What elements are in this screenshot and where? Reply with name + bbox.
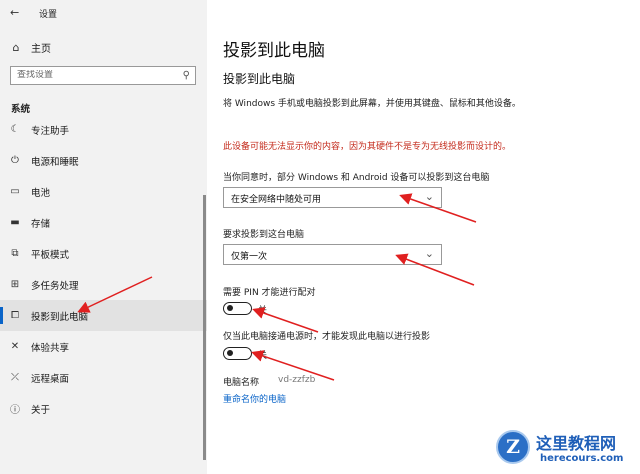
availability-label: 当你同意时，部分 Windows 和 Android 设备可以投影到这台电脑	[223, 173, 490, 183]
sidebar-item-label: 体验共享	[31, 342, 70, 354]
pin-toggle[interactable]	[223, 302, 252, 315]
remote-desktop-icon: ⤫	[11, 372, 19, 383]
sidebar-item-tablet-mode[interactable]: ⧉ 平板模式	[0, 238, 207, 269]
search-icon[interactable]: ⚲	[183, 70, 190, 81]
availability-value: 在安全网络中随处可用	[231, 195, 322, 205]
sidebar-item-storage[interactable]: ▬ 存储	[0, 207, 207, 238]
watermark-logo-letter: Z	[506, 436, 520, 458]
title-bar: ← 设置	[0, 0, 207, 24]
watermark-logo-icon: Z	[496, 430, 530, 464]
search-input[interactable]	[17, 70, 167, 80]
settings-sidebar: ← 设置 ⌂ 主页 ⚲ 系统 ☾ 专注助手 ⏻ 电源和睡眠 ▭ 电池 ▬ 存储 …	[0, 0, 207, 474]
sidebar-item-shared-experiences[interactable]: ✕ 体验共享	[0, 331, 207, 362]
sidebar-item-label: 多任务处理	[31, 280, 79, 292]
ask-dropdown[interactable]: 仅第一次 ⌄	[223, 244, 442, 265]
home-link[interactable]: ⌂ 主页	[9, 38, 52, 56]
chevron-down-icon: ⌄	[424, 190, 434, 203]
site-watermark: Z 这里教程网 herecours.com	[488, 424, 640, 474]
sidebar-scrollbar[interactable]	[203, 195, 206, 460]
sidebar-item-label: 平板模式	[31, 249, 70, 261]
sidebar-item-remote-desktop[interactable]: ⤫ 远程桌面	[0, 362, 207, 393]
home-icon: ⌂	[12, 40, 20, 54]
power-toggle-state: 关	[258, 351, 268, 361]
sidebar-item-multitasking[interactable]: ⊞ 多任务处理	[0, 269, 207, 300]
sidebar-nav: ☾ 专注助手 ⏻ 电源和睡眠 ▭ 电池 ▬ 存储 ⧉ 平板模式 ⊞ 多任务处理 …	[0, 114, 207, 424]
ask-value: 仅第一次	[231, 252, 268, 262]
tablet-mode-icon: ⧉	[11, 248, 19, 259]
sidebar-item-power-sleep[interactable]: ⏻ 电源和睡眠	[0, 145, 207, 176]
sidebar-item-label: 远程桌面	[31, 373, 70, 385]
sidebar-item-label: 专注助手	[31, 125, 70, 137]
watermark-url: herecours.com	[540, 453, 624, 464]
sidebar-item-label: 电池	[31, 187, 51, 199]
shared-experiences-icon: ✕	[10, 341, 20, 352]
home-label: 主页	[31, 43, 51, 55]
window-title: 设置	[39, 10, 58, 20]
watermark-title: 这里教程网	[536, 434, 617, 453]
power-label: 仅当此电脑接通电源时，才能发现此电脑以进行投影	[223, 332, 431, 342]
sidebar-item-label: 关于	[31, 404, 51, 416]
moon-icon: ☾	[10, 124, 20, 135]
back-arrow-icon[interactable]: ←	[10, 6, 19, 19]
power-icon: ⏻	[11, 155, 19, 166]
toggle-knob	[227, 350, 233, 356]
pin-toggle-state: 关	[258, 306, 268, 316]
battery-icon: ▭	[10, 186, 20, 197]
pc-name-label: 电脑名称	[223, 378, 260, 388]
pin-label: 需要 PIN 才能进行配对	[223, 288, 316, 298]
power-toggle[interactable]	[223, 347, 252, 360]
search-box[interactable]: ⚲	[10, 66, 196, 85]
sidebar-item-about[interactable]: ⓘ 关于	[0, 393, 207, 424]
pc-name-value: vd-zzfzb	[278, 375, 316, 385]
section-subtitle: 投影到此电脑	[223, 72, 296, 86]
chevron-down-icon: ⌄	[424, 247, 434, 260]
toggle-knob	[227, 305, 233, 311]
description-text: 将 Windows 手机或电脑投影到此屏幕，并使用其键盘、鼠标和其他设备。	[223, 99, 521, 109]
projecting-icon: ⧠	[11, 310, 19, 321]
sidebar-item-projecting[interactable]: ⧠ 投影到此电脑	[0, 300, 207, 331]
main-content: 投影到此电脑 投影到此电脑 将 Windows 手机或电脑投影到此屏幕，并使用其…	[207, 0, 640, 474]
multitasking-icon: ⊞	[10, 279, 20, 290]
rename-pc-link[interactable]: 重命名你的电脑	[223, 392, 286, 405]
sidebar-item-label: 电源和睡眠	[31, 156, 79, 168]
info-icon: ⓘ	[10, 405, 20, 416]
sidebar-item-label: 投影到此电脑	[31, 311, 89, 323]
availability-dropdown[interactable]: 在安全网络中随处可用 ⌄	[223, 187, 442, 208]
storage-icon: ▬	[10, 217, 20, 228]
sidebar-item-label: 存储	[31, 218, 51, 230]
sidebar-item-battery[interactable]: ▭ 电池	[0, 176, 207, 207]
ask-label: 要求投影到这台电脑	[223, 230, 305, 240]
hardware-warning: 此设备可能无法显示你的内容，因为其硬件不是专为无线投影而设计的。	[223, 142, 512, 152]
sidebar-item-focus-assist[interactable]: ☾ 专注助手	[0, 114, 207, 145]
page-title: 投影到此电脑	[223, 41, 325, 61]
section-heading-system: 系统	[11, 104, 31, 115]
